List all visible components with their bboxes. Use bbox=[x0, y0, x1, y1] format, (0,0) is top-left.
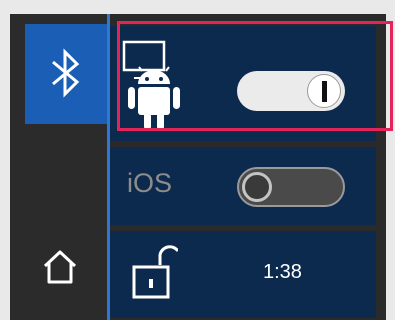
device-screen: iOS 1:38 bbox=[10, 14, 386, 320]
ios-label: iOS bbox=[127, 168, 173, 198]
timer-text: 1:38 bbox=[263, 261, 302, 283]
android-toggle[interactable] bbox=[237, 71, 345, 111]
bluetooth-icon bbox=[52, 48, 80, 98]
android-row bbox=[110, 26, 376, 141]
toggle-knob bbox=[242, 172, 272, 202]
toggle-knob bbox=[307, 74, 341, 108]
sidebar bbox=[10, 14, 107, 320]
unlocked-padlock-icon[interactable] bbox=[130, 241, 178, 303]
lock-row: 1:38 bbox=[110, 231, 376, 318]
android-icon bbox=[122, 40, 180, 130]
home-icon[interactable] bbox=[41, 249, 79, 285]
bluetooth-button[interactable] bbox=[25, 24, 107, 124]
ios-toggle[interactable] bbox=[237, 167, 345, 207]
ios-row: iOS bbox=[110, 147, 376, 225]
